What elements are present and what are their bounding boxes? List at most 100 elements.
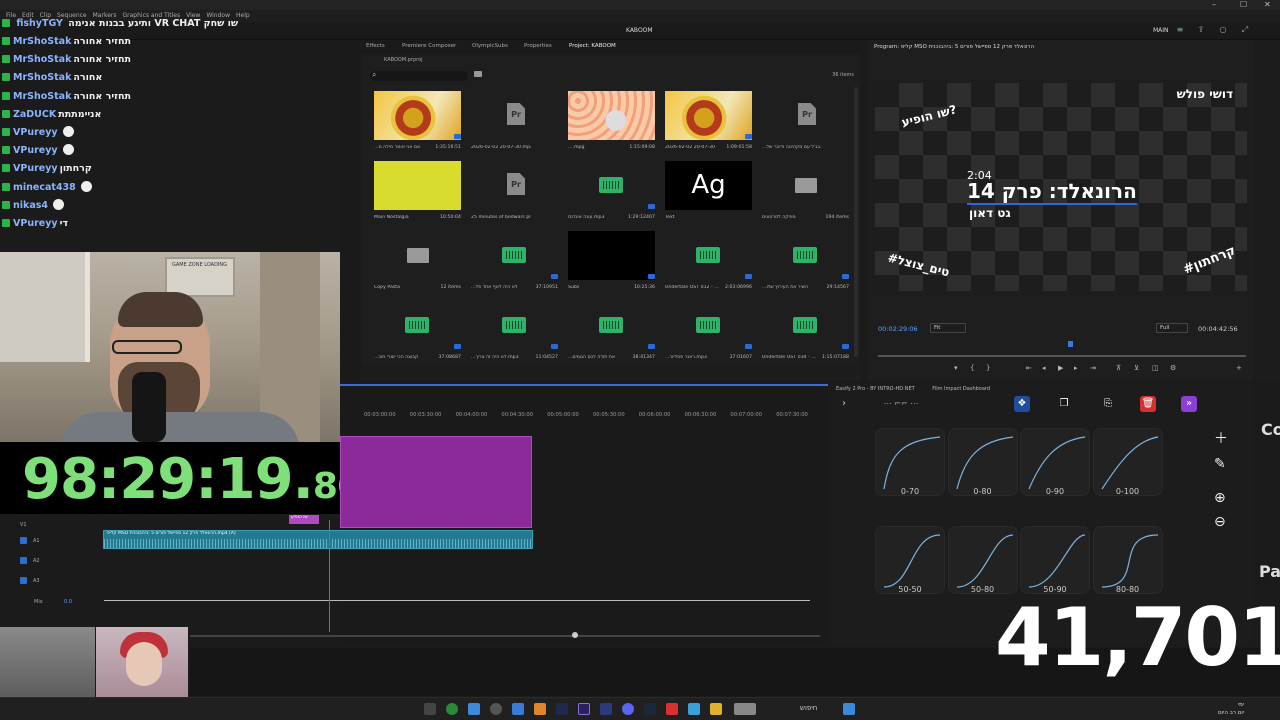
minimize-icon[interactable]: – <box>1212 0 1216 9</box>
track-header-a3[interactable]: A3 <box>20 577 40 584</box>
project-item[interactable]: Ag Text <box>665 161 752 227</box>
project-item[interactable]: Undertale OST 034 - ... 1:15:07188 <box>762 301 849 367</box>
project-item[interactable]: ...קבוצה הכי יוצרי חוכ 37:08687 <box>374 301 461 367</box>
easing-curve-preset[interactable]: 80-80 <box>1092 526 1163 594</box>
project-item[interactable]: ...אם אני אומר מילה מ 1:35:16:51 <box>374 91 461 157</box>
new-bin-icon[interactable] <box>474 71 482 77</box>
easing-curve-preset[interactable]: 50-90 <box>1020 526 1090 594</box>
edge-icon[interactable] <box>468 703 480 715</box>
project-item[interactable]: Pr 2026-02-02 20-07-30.mp4 <box>471 91 558 157</box>
timeline-ruler[interactable]: 00:03:00:00 00:03:30:00 00:04:00:00 00:04:3… <box>340 410 828 422</box>
close-icon[interactable]: ✕ <box>1264 0 1271 9</box>
tab-film-impact[interactable]: Film Impact Dashboard <box>932 386 990 392</box>
project-item[interactable]: מוזיקה לסרטונים 194 items <box>762 161 849 227</box>
maximize-icon[interactable]: ☐ <box>1240 0 1247 9</box>
easing-curve-preset[interactable]: 50-80 <box>947 526 1018 594</box>
track-header-a2[interactable]: A2 <box>20 557 40 564</box>
add-button-icon[interactable]: + <box>1236 364 1242 372</box>
video-clip-group[interactable] <box>340 436 532 528</box>
program-playhead[interactable] <box>1068 341 1073 347</box>
keyframe-graph-icon[interactable]: ⋯ ⌐⌐ ⋯ <box>866 396 936 412</box>
project-item[interactable]: ...את תודה לכם הגומים 38:41347 <box>568 301 655 367</box>
settings-icon[interactable]: ⚙ <box>1170 364 1176 372</box>
search-icon[interactable]: ⌕ <box>372 70 376 80</box>
forward-icon[interactable]: » <box>1181 396 1197 412</box>
chat-username[interactable]: MrShoStak <box>13 91 71 102</box>
tab-project[interactable]: Project: KABOOM <box>569 43 616 49</box>
current-timecode[interactable]: 00:02:29:06 <box>878 325 918 333</box>
quality-dropdown[interactable]: Full <box>1156 323 1188 333</box>
zoom-in-icon[interactable]: ⊕ <box>1214 490 1226 506</box>
project-item[interactable]: Undertale OST 012 - ... 2:03:06996 <box>665 231 752 297</box>
project-scrollbar[interactable] <box>854 87 858 357</box>
youtube-icon[interactable] <box>666 703 678 715</box>
chat-username[interactable]: MrShoStak <box>13 72 71 83</box>
obs-icon[interactable] <box>490 703 502 715</box>
easing-curve-preset[interactable]: 0-100 <box>1092 428 1163 496</box>
marker-icon[interactable]: ▾ <box>954 364 958 372</box>
copy-icon[interactable]: ❐ <box>1056 396 1072 412</box>
add-icon[interactable]: ＋ <box>1214 428 1228 448</box>
tab-premiere-composer[interactable]: Premiere Composer <box>402 43 456 49</box>
chevron-right-icon[interactable]: › <box>836 396 852 412</box>
chrome-icon[interactable] <box>446 703 458 715</box>
zoom-out-icon[interactable]: ⊖ <box>1214 514 1226 530</box>
after-effects-icon[interactable] <box>556 703 568 715</box>
go-to-in-icon[interactable]: ⇤ <box>1026 364 1032 372</box>
track-header-v1[interactable]: V1 <box>20 522 27 528</box>
tab-properties[interactable]: Properties <box>524 43 552 49</box>
store-icon[interactable] <box>688 703 700 715</box>
progress-icon[interactable]: ○ <box>1218 25 1228 35</box>
project-item[interactable]: ...לא היה זה צריך.mp3 11:04527 <box>471 301 558 367</box>
project-item[interactable]: Subs 10:25:36 <box>568 231 655 297</box>
project-item[interactable]: ...ראנר פסליור.mp3 37:01607 <box>665 301 752 367</box>
fit-dropdown[interactable]: Fit <box>930 323 966 333</box>
easing-curve-preset[interactable]: 50-50 <box>875 526 945 594</box>
chat-username[interactable]: MrShoStak <box>13 54 71 65</box>
taskbar-search[interactable]: חיפוש <box>800 704 817 712</box>
blender-icon[interactable] <box>534 703 546 715</box>
delete-icon[interactable]: 🗑 <box>1140 396 1156 412</box>
project-item[interactable]: Main Nostalgia 10:50:04 <box>374 161 461 227</box>
project-item[interactable]: ...לא היה לאף אחד פל 37:10951 <box>471 231 558 297</box>
in-point-icon[interactable]: { <box>970 364 974 372</box>
mix-value[interactable]: 0.0 <box>64 599 72 605</box>
title-clip[interactable]: שו הופיע <box>289 515 319 524</box>
audio-clip[interactable]: קליפ MSO הרונאלד פרק 12 ספיישל פורים 5 :… <box>103 530 533 549</box>
task-view-icon[interactable] <box>424 703 436 715</box>
tab-effects[interactable]: Effects <box>366 43 385 49</box>
play-icon[interactable]: ▶ <box>1058 364 1063 372</box>
chat-username[interactable]: VPureyy <box>13 127 58 138</box>
easing-curve-preset[interactable]: 0-90 <box>1020 428 1090 496</box>
track-header-a1[interactable]: A1 <box>20 537 40 544</box>
project-item[interactable]: Pr 25 minutes of bedwars practice foo... <box>471 161 558 227</box>
project-search-input[interactable] <box>370 71 468 81</box>
project-item[interactable]: Pr ...ביכ.בג'ל עם מקהיטה ודיבר של <box>762 91 849 157</box>
files-icon[interactable] <box>512 703 524 715</box>
timeline-scrollbar[interactable] <box>190 635 820 637</box>
project-item[interactable]: עונה אונדנס.mp3 1:29:12407 <box>568 161 655 227</box>
step-back-icon[interactable]: ◂ <box>1042 364 1046 372</box>
project-item[interactable]: 2026-02-02 20-07-30 1:09:01:58 <box>665 91 752 157</box>
workspace-main[interactable]: MAIN <box>1153 27 1169 34</box>
chat-username[interactable]: ZaDUCK <box>13 109 56 120</box>
explorer-icon[interactable] <box>710 703 722 715</box>
share-icon[interactable]: ⇪ <box>1196 25 1206 35</box>
timeline-playhead[interactable] <box>329 520 330 632</box>
easing-curve-preset[interactable]: 0-70 <box>875 428 945 496</box>
chat-username[interactable]: VPureyy <box>13 145 58 156</box>
start-icon[interactable] <box>843 703 855 715</box>
chat-username[interactable]: MrShoStak <box>13 36 71 47</box>
project-item[interactable]: Copy Pasta 12 items <box>374 231 461 297</box>
tab-easify[interactable]: Easify 2 Pro - BY INTRO-HD.NET <box>836 386 915 392</box>
easify-logo-icon[interactable]: ❖ <box>1014 396 1030 412</box>
workspace-menu-icon[interactable]: ≡ <box>1175 25 1185 35</box>
lift-icon[interactable]: ⊼ <box>1116 364 1121 372</box>
export-frame-icon[interactable]: ◫ <box>1152 364 1159 372</box>
weather-icon[interactable] <box>734 703 756 715</box>
timeline-zoom-handle[interactable] <box>572 632 578 638</box>
project-item[interactable]: ....mpg 1:15:09:08 <box>568 91 655 157</box>
chat-username[interactable]: nikas4 <box>13 200 48 211</box>
edit-icon[interactable]: ✎ <box>1214 456 1226 472</box>
paste-icon[interactable]: ⎘ <box>1100 396 1116 412</box>
